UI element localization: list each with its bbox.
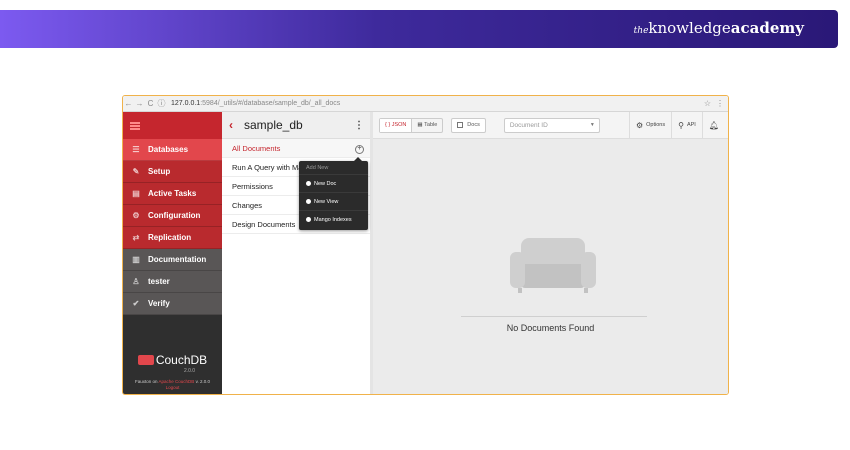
sidebar-item-setup[interactable]: ✎ Setup	[123, 161, 222, 183]
tasks-icon: ▤	[132, 189, 140, 198]
nav-all-documents[interactable]: All Documents	[222, 139, 370, 158]
notifications-button[interactable]: 🔔︎	[701, 111, 728, 139]
browser-window: ← → C ⓘ 127.0.0.1:5984/_utils/#/database…	[122, 95, 729, 395]
sidebar-item-user[interactable]: ♙ tester	[123, 271, 222, 293]
menu-item-new-doc[interactable]: New Doc	[299, 174, 368, 192]
menu-item-mango-indexes[interactable]: Mango Indexes	[299, 210, 368, 228]
database-icon: ☰	[132, 145, 140, 154]
gears-icon: ⚙	[635, 120, 644, 130]
gear-icon: ⚙	[132, 211, 140, 220]
browser-menu-icon[interactable]: ⋮	[716, 99, 724, 108]
plus-circle-icon	[306, 181, 311, 186]
sidebar-item-active-tasks[interactable]: ▤ Active Tasks	[123, 183, 222, 205]
info-icon[interactable]: ⓘ	[156, 98, 167, 109]
wrench-icon: ✎	[132, 167, 140, 176]
docs-checkbox[interactable]: Docs	[451, 117, 486, 133]
bookmark-star-icon[interactable]: ☆	[704, 99, 711, 108]
back-arrow-icon[interactable]: ‹	[224, 118, 238, 132]
menu-item-new-view[interactable]: New View	[299, 192, 368, 210]
sidebar: ☰ Databases ✎ Setup ▤ Active Tasks ⚙ Con…	[123, 112, 222, 394]
brand-logo: theknowledgeacademy	[633, 19, 804, 37]
sidebar-item-verify[interactable]: ✔ Verify	[123, 293, 222, 315]
sidebar-item-documentation[interactable]: ▥ Documentation	[123, 249, 222, 271]
logout-link[interactable]: Logout	[166, 385, 180, 390]
table-icon: ▦	[417, 122, 425, 128]
link-icon: ⚲	[678, 120, 684, 130]
replication-icon: ⇄	[132, 233, 140, 242]
add-new-dropdown: Add New New Doc New View Mango Indexes	[299, 157, 368, 230]
empty-message: No Documents Found	[506, 323, 595, 333]
dropdown-header: Add New	[306, 165, 329, 171]
book-icon: ▥	[132, 255, 140, 264]
content-toolbar: { } JSON ▦ Table Docs Document ID ▼ ⚙ Opt…	[373, 111, 728, 139]
back-icon[interactable]: ←	[123, 99, 134, 108]
chevron-down-icon: ▼	[589, 122, 595, 128]
url-field[interactable]: 127.0.0.1:5984/_utils/#/database/sample_…	[171, 100, 340, 107]
database-header: ‹ sample_db ⋮	[222, 112, 370, 139]
fauxton-app: ☰ Databases ✎ Setup ▤ Active Tasks ⚙ Con…	[123, 111, 728, 394]
view-toggle: { } JSON ▦ Table	[379, 117, 444, 133]
document-id-select[interactable]: Document ID ▼	[503, 117, 600, 133]
bell-icon: 🔔︎	[708, 120, 719, 130]
sidebar-item-replication[interactable]: ⇄ Replication	[123, 227, 222, 249]
plus-circle-icon	[306, 217, 311, 222]
json-view-button[interactable]: { } JSON	[380, 118, 412, 132]
sidebar-toggle[interactable]	[123, 112, 222, 139]
kebab-menu-icon[interactable]: ⋮	[354, 120, 364, 131]
top-banner: theknowledgeacademy	[0, 10, 838, 48]
apache-couchdb-link[interactable]: Apache CouchDB	[159, 379, 195, 384]
divider	[461, 316, 647, 317]
couchdb-logo: CouchDB 2.0.0	[123, 351, 222, 374]
database-nav-panel: ‹ sample_db ⋮ All Documents Run A Query …	[222, 112, 373, 394]
couch-icon	[137, 355, 154, 365]
add-new-icon[interactable]: +	[355, 145, 364, 154]
sidebar-item-databases[interactable]: ☰ Databases	[123, 139, 222, 161]
table-view-button[interactable]: ▦ Table	[411, 118, 442, 132]
options-button[interactable]: ⚙ Options	[628, 111, 671, 139]
couch-illustration-icon	[510, 238, 596, 294]
checkbox-icon	[457, 122, 464, 128]
sidebar-footer: Fauxton on Apache CouchDB v. 2.0.0 Logou…	[134, 379, 210, 390]
user-icon: ♙	[132, 277, 140, 286]
toolbar-actions: ⚙ Options ⚲ API 🔔︎	[628, 111, 728, 139]
forward-icon[interactable]: →	[134, 99, 145, 108]
sidebar-item-configuration[interactable]: ⚙ Configuration	[123, 205, 222, 227]
plus-circle-icon	[306, 199, 311, 204]
empty-state: No Documents Found	[373, 139, 728, 394]
reload-icon[interactable]: C	[145, 99, 156, 108]
database-title: sample_db	[244, 118, 303, 132]
api-button[interactable]: ⚲ API	[671, 111, 702, 139]
check-icon: ✔	[132, 299, 140, 308]
main-content: { } JSON ▦ Table Docs Document ID ▼ ⚙ Opt…	[373, 111, 728, 394]
address-bar: ← → C ⓘ 127.0.0.1:5984/_utils/#/database…	[123, 96, 728, 112]
hamburger-icon	[130, 121, 140, 130]
